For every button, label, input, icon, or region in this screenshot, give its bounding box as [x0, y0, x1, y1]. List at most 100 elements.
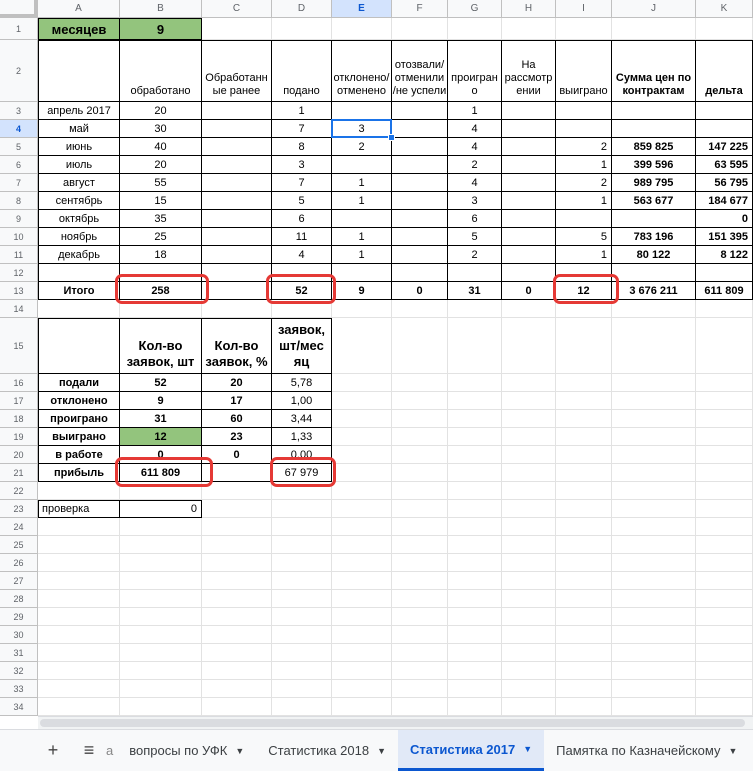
empty-cell[interactable] — [556, 536, 612, 554]
empty-cell[interactable] — [612, 572, 696, 590]
empty-cell[interactable] — [556, 680, 612, 698]
data-cell-f[interactable] — [392, 246, 448, 264]
data-cell-i[interactable]: 1 — [556, 156, 612, 174]
empty-cell[interactable] — [502, 464, 556, 482]
empty-header-cell[interactable] — [38, 318, 120, 374]
data-cell-i[interactable] — [556, 102, 612, 120]
contract-sum-cell[interactable] — [612, 102, 696, 120]
empty-cell[interactable] — [120, 572, 202, 590]
month-label[interactable]: октябрь — [38, 210, 120, 228]
row-header-11[interactable]: 11 — [0, 246, 38, 264]
empty-cell[interactable] — [612, 662, 696, 680]
month-label[interactable]: май — [38, 120, 120, 138]
data-cell-d[interactable]: 7 — [272, 174, 332, 192]
data-cell-g[interactable]: 5 — [448, 228, 502, 246]
empty-cell[interactable] — [448, 644, 502, 662]
empty-cell[interactable] — [696, 698, 753, 716]
empty-cell[interactable] — [502, 662, 556, 680]
summary-count[interactable]: 611 809 — [120, 464, 202, 482]
column-header-b[interactable]: B — [120, 0, 202, 18]
empty-cell[interactable] — [556, 500, 612, 518]
empty-cell[interactable] — [38, 264, 120, 282]
empty-cell[interactable] — [612, 608, 696, 626]
summary-column-title[interactable]: Кол-во заявок, % — [202, 318, 272, 374]
column-title[interactable]: проигран о — [448, 40, 502, 102]
empty-cell[interactable] — [448, 590, 502, 608]
empty-cell[interactable] — [556, 18, 612, 40]
total-delta[interactable]: 611 809 — [696, 282, 753, 300]
data-cell-i[interactable]: 2 — [556, 174, 612, 192]
empty-cell[interactable] — [556, 698, 612, 716]
empty-cell[interactable] — [392, 626, 448, 644]
column-header-d[interactable]: D — [272, 0, 332, 18]
empty-cell[interactable] — [38, 590, 120, 608]
empty-cell[interactable] — [556, 662, 612, 680]
contract-sum-cell[interactable]: 399 596 — [612, 156, 696, 174]
row-header-34[interactable]: 34 — [0, 698, 38, 716]
empty-cell[interactable] — [392, 464, 448, 482]
tab-statistika-2018[interactable]: Статистика 2018 ▼ — [256, 730, 398, 771]
empty-cell[interactable] — [202, 626, 272, 644]
empty-cell[interactable] — [202, 518, 272, 536]
empty-cell[interactable] — [448, 626, 502, 644]
empty-cell[interactable] — [332, 410, 392, 428]
data-cell-h[interactable] — [502, 156, 556, 174]
empty-cell[interactable] — [202, 18, 272, 40]
empty-cell[interactable] — [332, 518, 392, 536]
empty-cell[interactable] — [696, 374, 753, 392]
empty-cell[interactable] — [272, 518, 332, 536]
column-header-g[interactable]: G — [448, 0, 502, 18]
summary-count[interactable]: 9 — [120, 392, 202, 410]
row-header-30[interactable]: 30 — [0, 626, 38, 644]
summary-per-month[interactable]: 1,00 — [272, 392, 332, 410]
summary-count[interactable]: 31 — [120, 410, 202, 428]
empty-cell[interactable] — [202, 500, 272, 518]
empty-cell[interactable] — [202, 482, 272, 500]
check-label[interactable]: проверка — [38, 500, 120, 518]
all-sheets-menu-icon[interactable]: ≡ — [74, 736, 104, 766]
data-cell-b[interactable]: 20 — [120, 102, 202, 120]
empty-cell[interactable] — [696, 428, 753, 446]
delta-cell[interactable]: 147 225 — [696, 138, 753, 156]
data-cell-c[interactable] — [202, 138, 272, 156]
empty-cell[interactable] — [448, 264, 502, 282]
empty-cell[interactable] — [502, 300, 556, 318]
empty-cell[interactable] — [392, 374, 448, 392]
data-cell-d[interactable]: 3 — [272, 156, 332, 174]
empty-cell[interactable] — [202, 536, 272, 554]
row-header-33[interactable]: 33 — [0, 680, 38, 698]
empty-cell[interactable] — [448, 410, 502, 428]
empty-cell[interactable] — [38, 680, 120, 698]
empty-cell[interactable] — [556, 392, 612, 410]
summary-percent[interactable]: 23 — [202, 428, 272, 446]
data-cell-b[interactable]: 18 — [120, 246, 202, 264]
row-header-19[interactable]: 19 — [0, 428, 38, 446]
add-sheet-icon[interactable]: + — [38, 736, 68, 766]
empty-cell[interactable] — [448, 318, 502, 374]
empty-cell[interactable] — [502, 410, 556, 428]
empty-cell[interactable] — [38, 482, 120, 500]
empty-cell[interactable] — [332, 392, 392, 410]
empty-cell[interactable] — [448, 518, 502, 536]
row-header-21[interactable]: 21 — [0, 464, 38, 482]
data-cell-b[interactable]: 20 — [120, 156, 202, 174]
empty-cell[interactable] — [272, 698, 332, 716]
empty-cell[interactable] — [332, 590, 392, 608]
row-header-23[interactable]: 23 — [0, 500, 38, 518]
data-cell-e[interactable]: 1 — [332, 246, 392, 264]
empty-cell[interactable] — [612, 518, 696, 536]
summary-row-label[interactable]: прибыль — [38, 464, 120, 482]
data-cell-e[interactable] — [332, 210, 392, 228]
delta-cell[interactable]: 0 — [696, 210, 753, 228]
month-label[interactable]: апрель 2017 — [38, 102, 120, 120]
empty-cell[interactable] — [696, 264, 753, 282]
data-cell-e[interactable]: 2 — [332, 138, 392, 156]
empty-cell[interactable] — [502, 518, 556, 536]
empty-cell[interactable] — [556, 626, 612, 644]
empty-cell[interactable] — [272, 662, 332, 680]
summary-percent[interactable] — [202, 464, 272, 482]
empty-cell[interactable] — [502, 374, 556, 392]
total-processed[interactable]: 258 — [120, 282, 202, 300]
empty-cell[interactable] — [120, 554, 202, 572]
column-header-c[interactable]: C — [202, 0, 272, 18]
